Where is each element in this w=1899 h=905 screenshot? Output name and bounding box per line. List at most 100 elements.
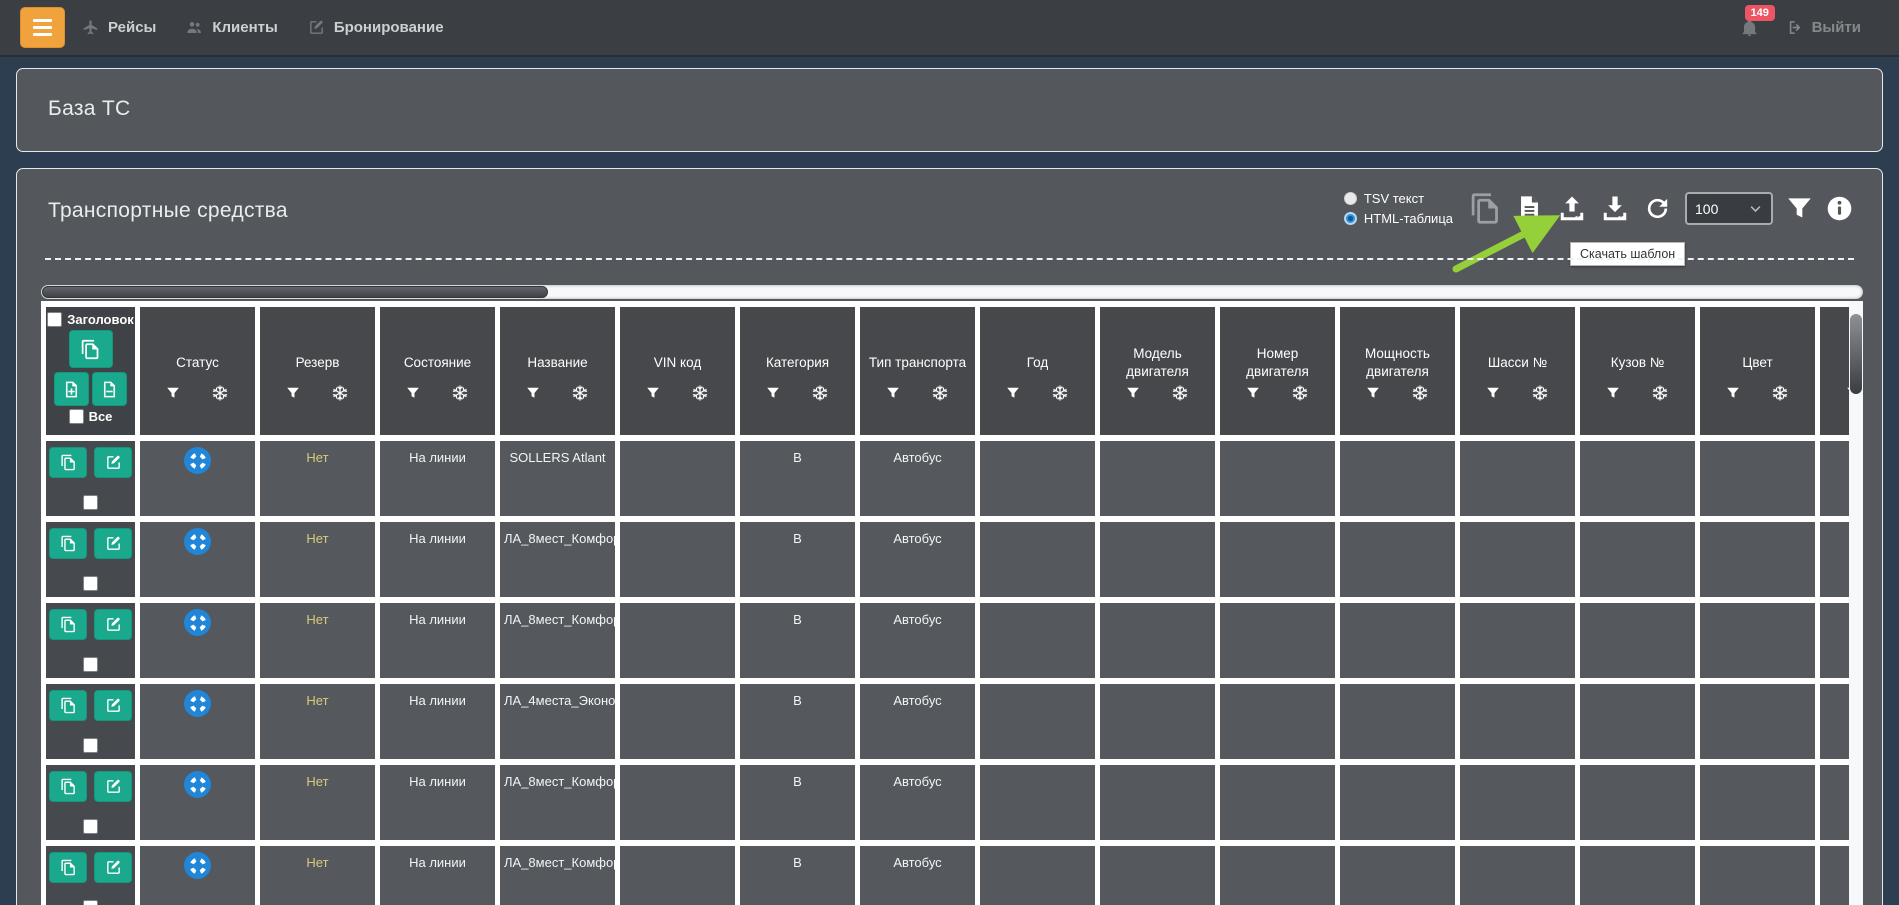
copy-row-button[interactable] — [49, 690, 87, 721]
column-freeze-icon[interactable] — [1051, 384, 1069, 402]
pencil-square-icon — [105, 616, 122, 633]
row-actions-cell — [46, 441, 135, 516]
column-freeze-icon[interactable] — [571, 384, 589, 402]
column-filter-icon[interactable] — [1246, 385, 1260, 401]
column-filter-icon[interactable] — [1366, 385, 1380, 401]
column-filter-icon[interactable] — [166, 385, 180, 401]
column-freeze-icon[interactable] — [811, 384, 829, 402]
copy-all-button[interactable] — [69, 330, 113, 368]
vertical-scrollbar-thumb[interactable] — [1850, 314, 1862, 394]
status-icon[interactable] — [184, 852, 211, 879]
data-cell: Автобус — [860, 765, 975, 840]
copy-icon — [60, 616, 77, 633]
column-freeze-icon[interactable] — [1651, 384, 1669, 402]
copy-row-button[interactable] — [49, 852, 87, 883]
nav-item[interactable]: Рейсы — [82, 19, 156, 36]
select-all-checkbox[interactable] — [69, 409, 84, 424]
upload-button[interactable] — [1557, 194, 1587, 224]
column-freeze-icon[interactable] — [451, 384, 469, 402]
copy-row-button[interactable] — [49, 528, 87, 559]
copy-icon — [60, 859, 77, 876]
page-size-select[interactable]: 100 — [1685, 192, 1773, 225]
horizontal-scrollbar[interactable] — [41, 285, 1863, 299]
row-checkbox[interactable] — [83, 495, 98, 510]
column-filter-icon[interactable] — [886, 385, 900, 401]
column-freeze-icon[interactable] — [1771, 384, 1789, 402]
row-checkbox[interactable] — [83, 657, 98, 672]
nav-item[interactable]: Бронирование — [308, 19, 444, 36]
table-toolbar: TSV текст HTML-таблица 100 — [1344, 191, 1853, 226]
status-cell — [140, 441, 255, 516]
edit-row-button[interactable] — [94, 771, 132, 802]
refresh-button[interactable] — [1643, 194, 1672, 223]
add-rows-button[interactable] — [54, 372, 89, 406]
horizontal-scrollbar-thumb[interactable] — [42, 286, 548, 298]
status-icon[interactable] — [184, 528, 211, 555]
column-filter-icon[interactable] — [646, 385, 660, 401]
column-freeze-icon[interactable] — [1291, 384, 1309, 402]
download-template-button[interactable] — [1515, 193, 1544, 224]
edit-row-button[interactable] — [94, 690, 132, 721]
column-freeze-icon[interactable] — [211, 384, 229, 402]
radio-icon[interactable] — [1344, 192, 1357, 205]
row-checkbox[interactable] — [83, 738, 98, 753]
filter-button[interactable] — [1786, 195, 1813, 222]
column-filter-icon[interactable] — [1726, 385, 1740, 401]
column-freeze-icon[interactable] — [331, 384, 349, 402]
radio-option[interactable]: HTML-таблица — [1344, 211, 1453, 226]
header-checkbox[interactable] — [47, 312, 62, 327]
column-filter-icon[interactable] — [1006, 385, 1020, 401]
column-freeze-icon[interactable] — [1411, 384, 1429, 402]
header-checkbox-row[interactable]: Заголовок — [47, 312, 134, 327]
info-button[interactable] — [1826, 195, 1853, 222]
logout-button[interactable]: Выйти — [1787, 19, 1861, 36]
notifications-button[interactable]: 149 — [1740, 18, 1759, 38]
column-header: Номер двигателя — [1220, 307, 1335, 435]
column-filter-icon[interactable] — [526, 385, 540, 401]
select-all-row[interactable]: Все — [47, 409, 134, 424]
vertical-scrollbar[interactable] — [1849, 301, 1863, 905]
column-filter-icon[interactable] — [286, 385, 300, 401]
status-icon[interactable] — [184, 690, 211, 717]
status-cell — [140, 765, 255, 840]
copy-row-button[interactable] — [49, 609, 87, 640]
status-icon[interactable] — [184, 609, 211, 636]
data-cell — [1580, 522, 1695, 597]
column-freeze-icon[interactable] — [931, 384, 949, 402]
status-icon[interactable] — [184, 447, 211, 474]
selection-header-cell: Заголовок Все — [46, 307, 135, 435]
row-checkbox[interactable] — [83, 900, 98, 905]
edit-row-button[interactable] — [94, 852, 132, 883]
edit-row-button[interactable] — [94, 447, 132, 478]
pencil-square-icon — [105, 859, 122, 876]
data-cell — [1220, 441, 1335, 516]
nav-item[interactable]: Клиенты — [186, 19, 277, 36]
status-icon[interactable] — [184, 771, 211, 798]
copy-row-button[interactable] — [49, 771, 87, 802]
download-template-tooltip: Скачать шаблон — [1570, 242, 1685, 266]
column-freeze-icon[interactable] — [1531, 384, 1549, 402]
download-button[interactable] — [1600, 194, 1630, 224]
edit-row-button[interactable] — [94, 528, 132, 559]
column-header: Год — [980, 307, 1095, 435]
export-format-radios: TSV текст HTML-таблица — [1344, 191, 1453, 226]
column-filter-icon[interactable] — [766, 385, 780, 401]
column-filter-icon[interactable] — [1486, 385, 1500, 401]
radio-option[interactable]: TSV текст — [1344, 191, 1453, 206]
menu-button[interactable] — [20, 7, 65, 48]
main-nav: Рейсы Клиенты Бронирование — [82, 19, 444, 36]
radio-icon[interactable] — [1344, 212, 1357, 225]
column-filter-icon[interactable] — [406, 385, 420, 401]
column-freeze-icon[interactable] — [691, 384, 709, 402]
column-freeze-icon[interactable] — [1171, 384, 1189, 402]
edit-row-button[interactable] — [94, 609, 132, 640]
remove-rows-button[interactable] — [92, 372, 127, 406]
data-cell: ЛА_8мест_Комфорт — [500, 765, 615, 840]
copy-table-button[interactable] — [1469, 192, 1502, 225]
data-cell: Автобус — [860, 684, 975, 759]
column-filter-icon[interactable] — [1126, 385, 1140, 401]
column-filter-icon[interactable] — [1606, 385, 1620, 401]
row-checkbox[interactable] — [83, 819, 98, 834]
row-checkbox[interactable] — [83, 576, 98, 591]
copy-row-button[interactable] — [49, 447, 87, 478]
